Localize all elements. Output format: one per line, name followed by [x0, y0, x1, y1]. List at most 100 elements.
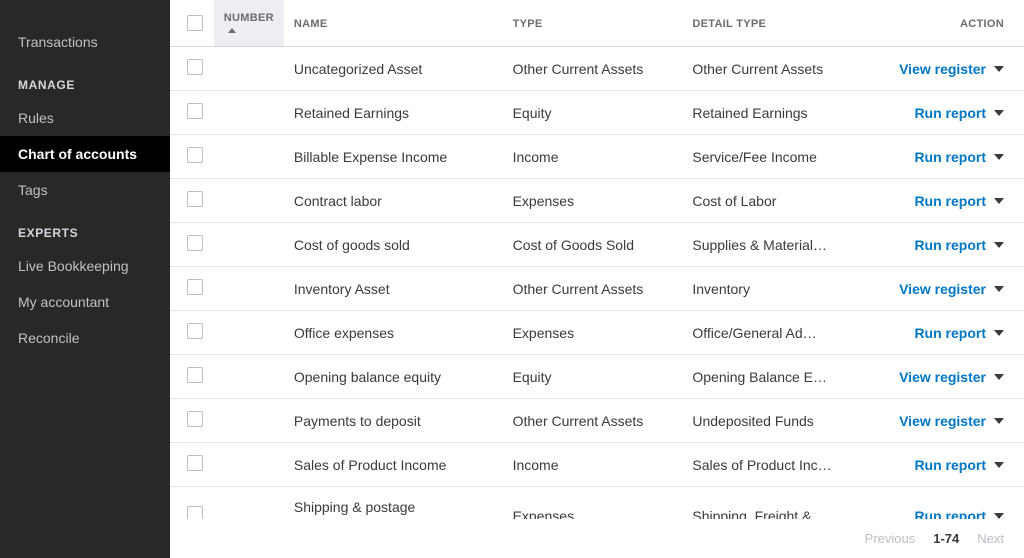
- row-action-link[interactable]: View register: [899, 281, 1004, 297]
- row-action-cell: Run report: [879, 311, 1024, 355]
- sidebar-item-tags[interactable]: Tags: [0, 172, 170, 208]
- row-number-cell: [214, 311, 284, 355]
- row-action-link[interactable]: Run report: [914, 325, 1004, 341]
- row-type-cell: Other Current Assets: [503, 47, 683, 91]
- chevron-down-icon[interactable]: [994, 462, 1004, 468]
- row-type-cell: Expenses: [503, 179, 683, 223]
- table-row: Uncategorized Asset Other Current Assets O…: [170, 47, 1024, 91]
- pager-previous[interactable]: Previous: [865, 531, 916, 546]
- table-row: Sales of Product IncomeIncomeSales of Pr…: [170, 443, 1024, 487]
- chevron-down-icon[interactable]: [994, 110, 1004, 116]
- app-root: Transactions MANAGE Rules Chart of accou…: [0, 0, 1024, 558]
- row-action-cell: View register: [879, 47, 1024, 91]
- row-checkbox[interactable]: [187, 506, 203, 519]
- chevron-down-icon[interactable]: [994, 286, 1004, 292]
- row-action-label: View register: [899, 61, 986, 77]
- row-action-link[interactable]: Run report: [914, 193, 1004, 209]
- chevron-down-icon[interactable]: [994, 242, 1004, 248]
- sidebar-item-transactions[interactable]: Transactions: [0, 24, 170, 60]
- row-name-cell: Contract labor: [284, 179, 503, 223]
- row-checkbox[interactable]: [187, 59, 203, 75]
- row-checkbox[interactable]: [187, 103, 203, 119]
- select-all-checkbox[interactable]: [187, 15, 203, 31]
- accounts-table-wrap: NUMBER NAME TYPE DETAIL TYPE ACTION Unca…: [170, 0, 1024, 519]
- row-number-cell: [214, 487, 284, 520]
- chevron-down-icon[interactable]: [994, 154, 1004, 160]
- row-number-cell: [214, 355, 284, 399]
- row-checkbox[interactable]: [187, 279, 203, 295]
- row-action-label: Run report: [914, 325, 986, 341]
- row-name: Shipping & postage: [294, 499, 493, 515]
- row-action-link[interactable]: Run report: [914, 508, 1004, 520]
- table-row: Payments to depositOther Current AssetsU…: [170, 399, 1024, 443]
- row-checkbox-cell: [170, 47, 214, 91]
- row-action-label: Run report: [914, 508, 986, 520]
- row-name-cell: Cost of goods sold: [284, 223, 503, 267]
- row-action-cell: Run report: [879, 135, 1024, 179]
- row-checkbox-cell: [170, 267, 214, 311]
- row-action-link[interactable]: Run report: [914, 105, 1004, 121]
- row-name-cell: Uncategorized Asset: [284, 47, 503, 91]
- sidebar-item-rules[interactable]: Rules: [0, 100, 170, 136]
- row-action-cell: Run report: [879, 443, 1024, 487]
- row-name: Contract labor: [294, 193, 493, 209]
- row-name: Uncategorized Asset: [294, 61, 493, 77]
- table-row: Opening balance equityEquityOpening Bala…: [170, 355, 1024, 399]
- header-number[interactable]: NUMBER: [214, 0, 284, 47]
- row-detail-type: Retained Earnings: [692, 105, 862, 121]
- row-detail-type: Inventory: [692, 281, 862, 297]
- row-checkbox-cell: [170, 223, 214, 267]
- row-checkbox[interactable]: [187, 235, 203, 251]
- header-detail-type[interactable]: DETAIL TYPE: [682, 0, 878, 47]
- row-action-cell: Run report: [879, 179, 1024, 223]
- header-name[interactable]: NAME: [284, 0, 503, 47]
- row-name-cell: Sales of Product Income: [284, 443, 503, 487]
- pager-next[interactable]: Next: [977, 531, 1004, 546]
- row-number-cell: [214, 267, 284, 311]
- sidebar-item-my-accountant[interactable]: My accountant: [0, 284, 170, 320]
- row-action-label: View register: [899, 413, 986, 429]
- row-name: Billable Expense Income: [294, 149, 493, 165]
- header-type[interactable]: TYPE: [503, 0, 683, 47]
- chevron-down-icon[interactable]: [994, 418, 1004, 424]
- row-type-cell: Income: [503, 135, 683, 179]
- row-checkbox-cell: [170, 91, 214, 135]
- row-action-link[interactable]: Run report: [914, 457, 1004, 473]
- row-checkbox[interactable]: [187, 411, 203, 427]
- header-action: ACTION: [879, 0, 1024, 47]
- row-checkbox-cell: [170, 311, 214, 355]
- chevron-down-icon[interactable]: [994, 513, 1004, 519]
- sidebar-item-chart-of-accounts[interactable]: Chart of accounts: [0, 136, 170, 172]
- chevron-down-icon[interactable]: [994, 374, 1004, 380]
- row-name-cell: Retained Earnings: [284, 91, 503, 135]
- sidebar-item-live-bookkeeping[interactable]: Live Bookkeeping: [0, 248, 170, 284]
- table-row: Billable Expense IncomeIncomeService/Fee…: [170, 135, 1024, 179]
- chevron-down-icon[interactable]: [994, 330, 1004, 336]
- row-checkbox-cell: [170, 135, 214, 179]
- row-checkbox[interactable]: [187, 455, 203, 471]
- row-name-cell: Payments to deposit: [284, 399, 503, 443]
- row-action-link[interactable]: Run report: [914, 237, 1004, 253]
- chevron-down-icon[interactable]: [994, 66, 1004, 72]
- chevron-down-icon[interactable]: [994, 198, 1004, 204]
- table-row: Shipping & postageSub-account of Office …: [170, 487, 1024, 520]
- row-action-link[interactable]: View register: [899, 61, 1004, 77]
- table-row: Office expensesExpensesOffice/General Ad…: [170, 311, 1024, 355]
- row-number-cell: [214, 443, 284, 487]
- row-type-cell: Expenses: [503, 487, 683, 520]
- row-detail-type: Other Current Assets: [692, 61, 862, 77]
- row-number-cell: [214, 179, 284, 223]
- row-type-cell: Income: [503, 443, 683, 487]
- row-type-cell: Other Current Assets: [503, 267, 683, 311]
- row-action-link[interactable]: View register: [899, 413, 1004, 429]
- accounts-table: NUMBER NAME TYPE DETAIL TYPE ACTION Unca…: [170, 0, 1024, 519]
- row-action-link[interactable]: Run report: [914, 149, 1004, 165]
- row-detail-type-cell: Office/General Ad…: [682, 311, 878, 355]
- row-number-cell: [214, 135, 284, 179]
- row-action-link[interactable]: View register: [899, 369, 1004, 385]
- row-checkbox[interactable]: [187, 323, 203, 339]
- sidebar-item-reconcile[interactable]: Reconcile: [0, 320, 170, 356]
- row-checkbox[interactable]: [187, 147, 203, 163]
- row-checkbox[interactable]: [187, 191, 203, 207]
- row-checkbox[interactable]: [187, 367, 203, 383]
